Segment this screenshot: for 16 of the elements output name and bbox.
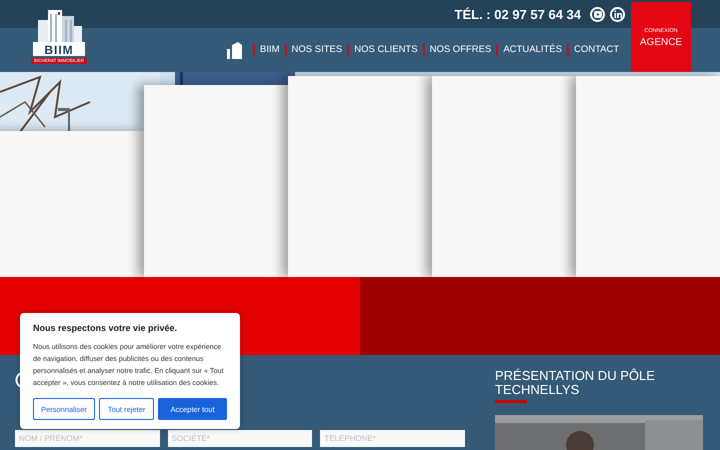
building-icon[interactable] (225, 41, 245, 59)
input-field[interactable]: SOCIÉTÉ* (168, 430, 312, 447)
nav-link[interactable]: NOS SITES (284, 44, 348, 56)
input-field[interactable]: TÉLÉPHONE* (320, 430, 466, 447)
youtube-icon[interactable] (590, 6, 605, 22)
logo-name: BIIM (43, 43, 75, 57)
nav-link[interactable]: NOS OFFRES (422, 44, 496, 56)
section-heading: PRÉSENTATION DU PÔLE TECHNELLYS (495, 369, 656, 397)
phone-number: TÉL. : 02 97 57 64 34 (454, 6, 581, 22)
nav-link[interactable]: ACTUALITÉS (496, 44, 567, 56)
nav-link[interactable]: BIIM (253, 44, 285, 56)
input-field[interactable]: NOM / PRÉNOM* (15, 430, 160, 447)
nav-link[interactable]: NOS CLIENTS (347, 44, 423, 56)
linkedin-icon[interactable] (610, 6, 625, 22)
cookie-title: Nous respectons votre vie privée. (33, 323, 178, 333)
nav-link[interactable]: CONTACT (566, 44, 624, 56)
